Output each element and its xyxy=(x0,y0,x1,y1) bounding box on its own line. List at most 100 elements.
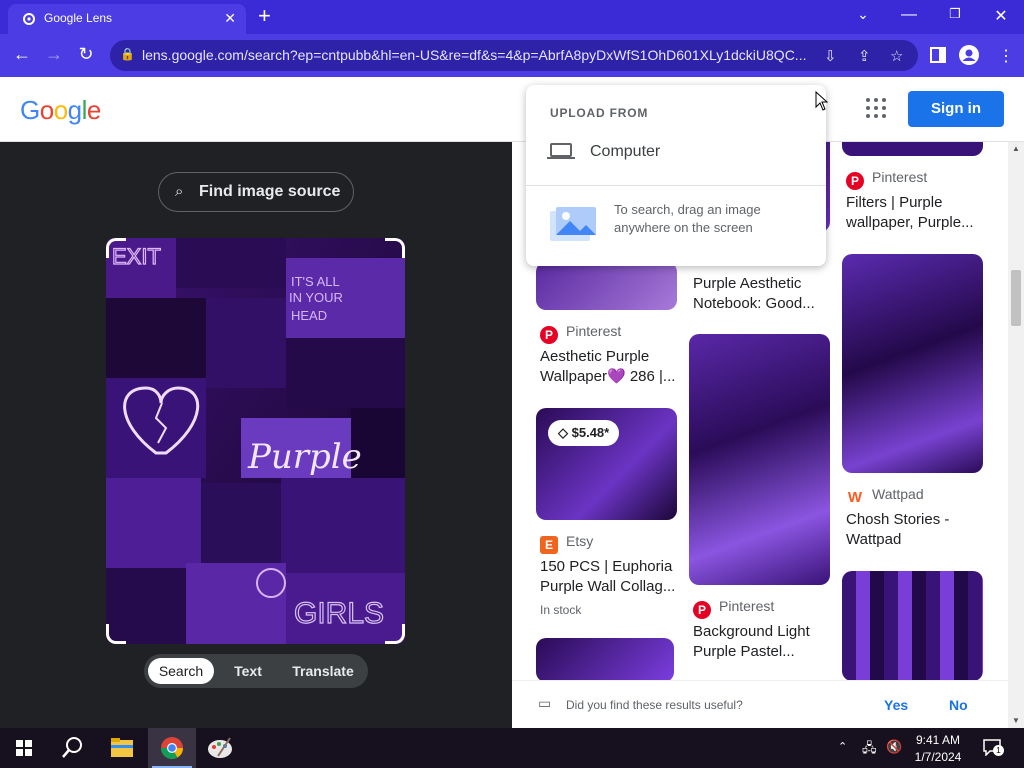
image-placeholder-icon xyxy=(550,207,596,241)
result-source[interactable]: P Pinterest xyxy=(693,598,774,619)
windows-start-icon[interactable] xyxy=(0,728,48,768)
find-image-source-button[interactable]: ⌕ Find image source xyxy=(158,172,354,212)
scroll-down-icon[interactable]: ▼ xyxy=(1012,716,1020,725)
logo-letter: g xyxy=(67,95,82,125)
purple-neon-text: Purple xyxy=(247,437,362,477)
result-source[interactable]: E Etsy xyxy=(540,533,593,554)
result-title[interactable]: 150 PCS | Euphoria Purple Wall Collag... xyxy=(540,557,680,597)
forward-button[interactable]: → xyxy=(42,44,66,65)
crop-corner-bl[interactable] xyxy=(106,624,126,644)
tab-close-icon[interactable]: ✕ xyxy=(224,10,236,27)
chrome-menu-icon[interactable]: ⋮ xyxy=(998,46,1014,66)
crop-corner-tl[interactable] xyxy=(106,238,126,258)
pinterest-icon: P xyxy=(693,601,711,619)
chrome-taskbar-icon[interactable] xyxy=(148,728,196,768)
new-tab-button[interactable]: + xyxy=(258,4,271,28)
lens-favicon-icon xyxy=(23,13,35,25)
install-app-icon[interactable]: ⇩ xyxy=(824,47,837,65)
pinterest-icon: P xyxy=(540,326,558,344)
network-icon[interactable]: 🖧 xyxy=(862,739,877,761)
tab-title: Google Lens xyxy=(44,11,113,25)
result-thumbnail[interactable] xyxy=(536,262,677,310)
laptop-icon xyxy=(547,143,575,159)
show-hidden-icons[interactable]: ⌃ xyxy=(838,740,847,753)
result-source[interactable]: P Pinterest xyxy=(846,169,927,190)
result-title[interactable]: Aesthetic Purple Wallpaper💜 286 |... xyxy=(540,347,680,387)
price-tag-icon: ◇ xyxy=(558,425,568,440)
its-all-neon-text: IT'S ALL xyxy=(291,274,340,289)
lens-image-panel: ⌕ Find image source EXIT IT'S ALL IN YOU… xyxy=(0,142,512,728)
tab-search-icon[interactable]: ⌄ xyxy=(848,6,878,23)
result-thumbnail[interactable] xyxy=(842,254,983,473)
etsy-icon: E xyxy=(540,536,558,554)
result-source[interactable]: P Pinterest xyxy=(540,323,621,344)
share-icon[interactable]: ⇪ xyxy=(858,47,871,65)
purple-collage-image: EXIT IT'S ALL IN YOUR HEAD Purple GIRLS xyxy=(106,238,405,644)
lock-icon: 🔒 xyxy=(120,47,135,61)
tab-text[interactable]: Text xyxy=(220,658,276,684)
restore-button[interactable]: ❐ xyxy=(940,6,970,22)
google-apps-icon[interactable] xyxy=(865,97,887,119)
find-image-source-label: Find image source xyxy=(199,183,341,200)
side-panel-icon[interactable] xyxy=(930,47,946,63)
close-window-button[interactable]: ✕ xyxy=(986,6,1016,26)
search-icon[interactable] xyxy=(48,728,96,768)
clock-time[interactable]: 9:41 AM xyxy=(912,733,964,747)
paint-app-icon[interactable] xyxy=(196,728,244,768)
stock-status: In stock xyxy=(540,603,582,617)
tab-search[interactable]: Search xyxy=(148,658,214,684)
feedback-icon: ▭ xyxy=(538,695,552,711)
scroll-thumb[interactable] xyxy=(1011,270,1021,326)
result-title[interactable]: Chosh Stories - Wattpad xyxy=(846,510,986,550)
drag-instructions: To search, drag an image anywhere on the… xyxy=(614,202,761,235)
upload-from-header: UPLOAD FROM xyxy=(550,106,649,120)
wattpad-icon: W xyxy=(847,489,863,506)
result-title[interactable]: Purple Aesthetic Notebook: Good... xyxy=(693,274,833,314)
windows-taskbar: ⌃ 🖧 🔇 9:41 AM 1/7/2024 1 xyxy=(0,728,1024,768)
volume-muted-icon[interactable]: 🔇 xyxy=(886,739,902,755)
profile-avatar-icon[interactable] xyxy=(959,45,979,65)
head-neon-text: HEAD xyxy=(291,308,327,323)
file-explorer-icon[interactable] xyxy=(98,728,146,768)
address-bar[interactable]: 🔒 lens.google.com/search?ep=cntpubb&hl=e… xyxy=(110,40,918,71)
feedback-no-button[interactable]: No xyxy=(949,697,968,713)
notification-count: 1 xyxy=(993,745,1004,756)
browser-tab[interactable]: Google Lens ✕ xyxy=(8,4,246,34)
popup-divider xyxy=(526,185,826,186)
result-thumbnail[interactable] xyxy=(842,142,983,156)
clock-date[interactable]: 1/7/2024 xyxy=(912,750,964,764)
browser-toolbar: ← → ↻ 🔒 lens.google.com/search?ep=cntpub… xyxy=(0,34,1024,77)
minimize-button[interactable]: — xyxy=(894,6,924,24)
tab-translate[interactable]: Translate xyxy=(282,658,364,684)
results-scrollbar[interactable]: ▲ ▼ xyxy=(1008,142,1024,728)
google-logo[interactable]: Google xyxy=(20,95,101,126)
sign-in-button[interactable]: Sign in xyxy=(908,91,1004,127)
price-badge: ◇ $5.48* xyxy=(548,420,620,446)
computer-label: Computer xyxy=(590,143,661,160)
upload-from-popup: UPLOAD FROM Computer To search, drag an … xyxy=(526,85,826,266)
scroll-up-icon[interactable]: ▲ xyxy=(1012,144,1020,153)
lens-mode-tabs: Search Text Translate xyxy=(144,654,368,688)
browser-titlebar: Google Lens ✕ + ⌄ — ❐ ✕ xyxy=(0,0,1024,34)
bookmark-star-icon[interactable]: ☆ xyxy=(890,47,903,65)
notification-center-icon[interactable]: 1 xyxy=(982,738,1004,757)
url-text: lens.google.com/search?ep=cntpubb&hl=en-… xyxy=(142,47,807,63)
mouse-cursor-icon xyxy=(815,91,829,111)
lens-search-icon: ⌕ xyxy=(175,183,184,200)
page-header: Google Sign in xyxy=(0,77,1024,142)
result-thumbnail[interactable] xyxy=(536,638,674,682)
crop-corner-br[interactable] xyxy=(385,624,405,644)
back-button[interactable]: ← xyxy=(10,44,34,65)
result-thumbnail[interactable] xyxy=(689,334,830,585)
feedback-yes-button[interactable]: Yes xyxy=(884,697,908,713)
reload-button[interactable]: ↻ xyxy=(74,44,98,65)
upload-computer-option[interactable]: Computer xyxy=(526,135,826,171)
result-thumbnail[interactable] xyxy=(842,571,983,681)
feedback-bar: ▭ Did you find these results useful? Yes… xyxy=(512,680,1008,728)
result-source[interactable]: W Wattpad xyxy=(846,486,924,507)
result-title[interactable]: Background Light Purple Pastel... xyxy=(693,622,833,662)
result-title[interactable]: Filters | Purple wallpaper, Purple... xyxy=(846,193,986,233)
crop-corner-tr[interactable] xyxy=(385,238,405,258)
in-your-neon-text: IN YOUR xyxy=(289,290,343,305)
source-image[interactable]: EXIT IT'S ALL IN YOUR HEAD Purple GIRLS xyxy=(106,238,405,644)
